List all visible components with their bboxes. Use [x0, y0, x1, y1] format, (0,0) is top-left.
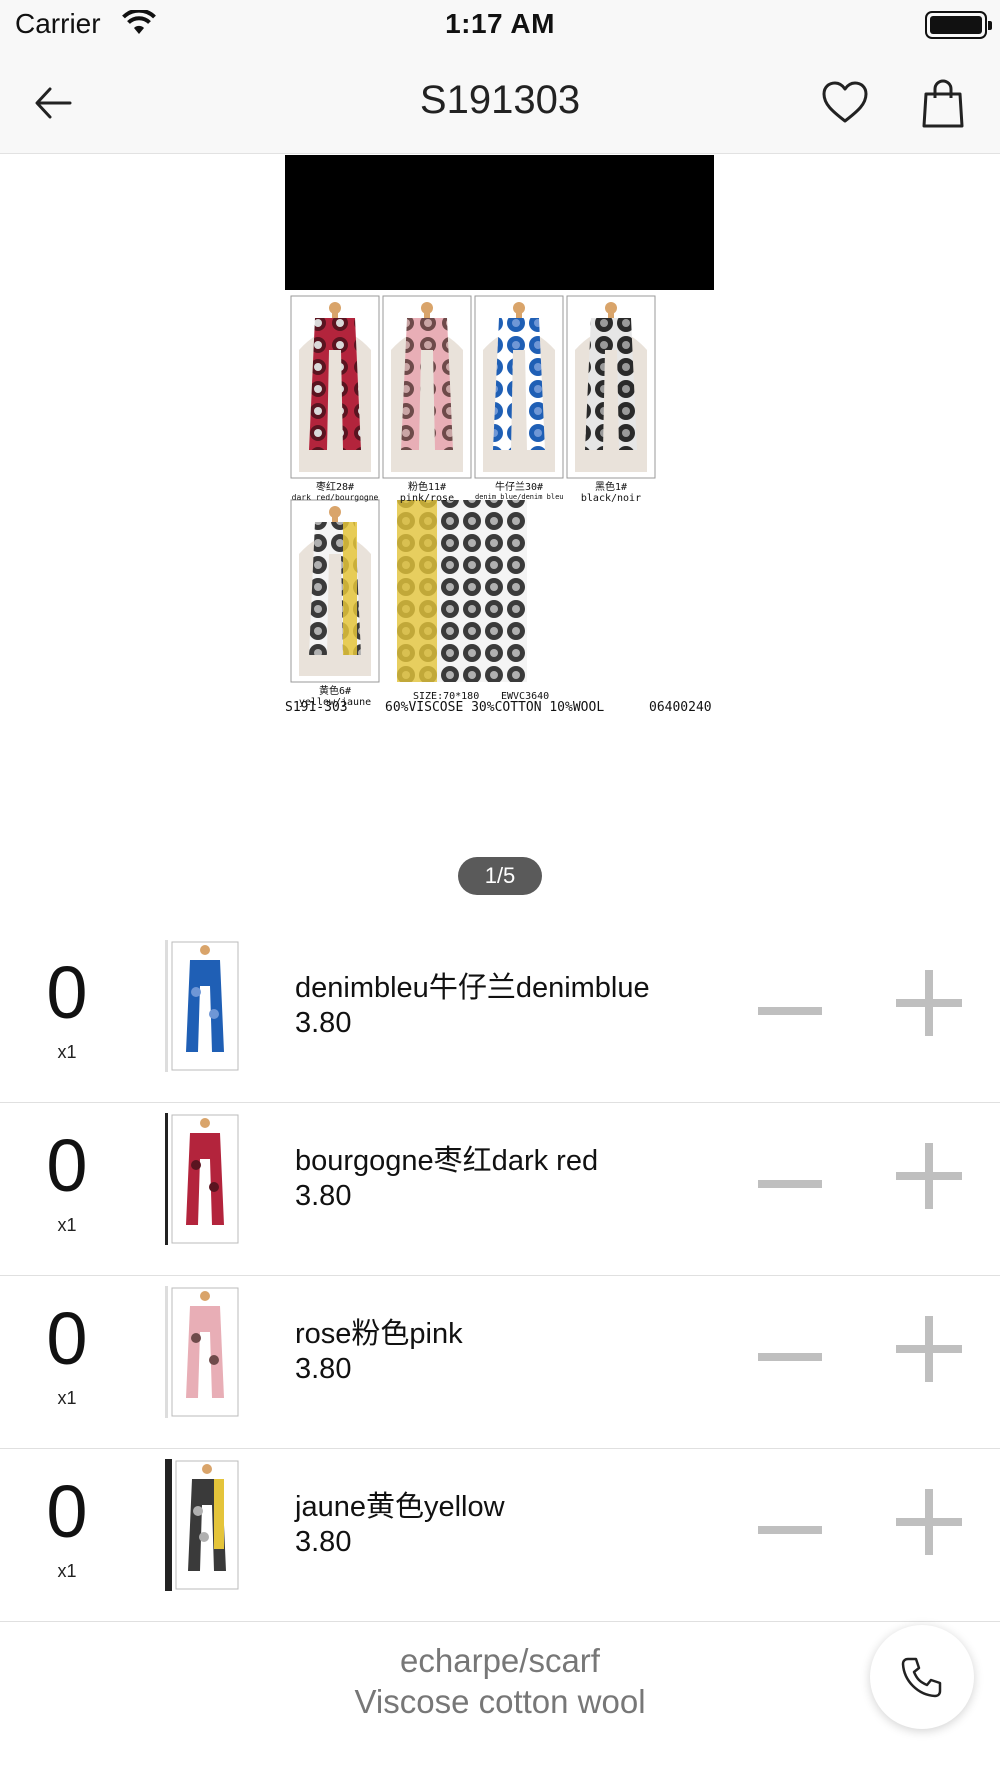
decrease-quantity-button[interactable] [758, 980, 822, 1044]
quantity-value: 0 [46, 951, 88, 1034]
scarf-collage-image [290, 295, 656, 683]
composition-text: 60%VISCOSE 30%COTTON 10%WOOL [385, 700, 605, 715]
variant-row: 0 x1 rose粉色pink 3.80 [0, 1276, 1000, 1449]
variant-thumbnail [165, 1459, 239, 1591]
variant-name: bourgogne枣红dark red [295, 1145, 599, 1177]
tag-cn: 黑色1# [594, 482, 628, 493]
tag-label: black/noir [580, 493, 642, 504]
navigation-bar: S191303 [0, 50, 1000, 154]
tag-label: denim blue/denim bleu [475, 493, 564, 501]
clock: 1:17 AM [445, 8, 555, 39]
variant-name: jaune黄色yellow [295, 1491, 505, 1523]
variant-row: 0 x1 bourgogne枣红dark red 3.80 [0, 1103, 1000, 1276]
quantity-value: 0 [46, 1470, 88, 1553]
increase-quantity-button[interactable] [896, 970, 962, 1036]
photo-tag: 黑色1# black/noir [567, 478, 655, 504]
tag-cn: 枣红28# [315, 482, 355, 493]
photo-tag: 枣红28# dark red/bourgogne [291, 478, 379, 502]
quantity-value: 0 [46, 1124, 88, 1207]
variant-row: 0 x1 denimbleu牛仔兰denimblue 3.80 [0, 930, 1000, 1103]
tag-label: dark red/bourgogne [291, 493, 379, 502]
page-indicator: 1/5 [458, 857, 542, 895]
variant-row: 0 x1 jaune黄色yellow 3.80 [0, 1449, 1000, 1622]
sku-text: S191-303 [285, 700, 348, 715]
variant-price: 3.80 [295, 1526, 352, 1558]
phone-icon [901, 1657, 942, 1698]
product-description: echarpe/scarf Viscose cotton wool [0, 1640, 1000, 1722]
variant-price: 3.80 [295, 1353, 352, 1385]
variant-price: 3.80 [295, 1007, 352, 1039]
increase-quantity-button[interactable] [896, 1143, 962, 1209]
variant-thumbnail [165, 940, 239, 1072]
product-image-gallery[interactable]: 枣红28# dark red/bourgogne 粉色11# pink/rose 牛… [285, 155, 714, 917]
increase-quantity-button[interactable] [896, 1489, 962, 1555]
pack-multiplier: x1 [57, 1561, 77, 1581]
description-line-2: Viscose cotton wool [354, 1683, 646, 1720]
battery-icon [925, 11, 992, 39]
pack-multiplier: x1 [57, 1215, 77, 1235]
decrease-quantity-button[interactable] [758, 1153, 822, 1217]
tag-cn: 黄色6# [318, 686, 352, 697]
heart-icon[interactable] [820, 78, 870, 128]
status-bar: Carrier 1:17 AM [0, 0, 1000, 50]
pack-multiplier: x1 [57, 1042, 77, 1062]
photo-tag: 牛仔兰30# denim blue/denim bleu [475, 478, 564, 501]
call-button[interactable] [870, 1625, 974, 1729]
photo-tag: 粉色11# pink/rose [383, 478, 471, 504]
decrease-quantity-button[interactable] [758, 1499, 822, 1563]
composition-line: S191-303 60%VISCOSE 30%COTTON 10%WOOL 06… [285, 700, 714, 722]
variant-thumbnail [165, 1286, 239, 1418]
tag-label: pink/rose [399, 493, 455, 504]
increase-quantity-button[interactable] [896, 1316, 962, 1382]
variant-thumbnail [165, 1113, 239, 1245]
shopping-bag-icon[interactable] [918, 76, 968, 130]
description-line-1: echarpe/scarf [400, 1642, 600, 1679]
variant-name: rose粉色pink [295, 1318, 463, 1350]
tag-cn: 粉色11# [407, 482, 447, 493]
variant-price: 3.80 [295, 1180, 352, 1212]
quantity-value: 0 [46, 1297, 88, 1380]
tag-cn: 牛仔兰30# [494, 482, 544, 493]
product-photo: 枣红28# dark red/bourgogne 粉色11# pink/rose 牛… [285, 290, 714, 917]
pack-multiplier: x1 [57, 1388, 77, 1408]
ref-text: 06400240 [649, 700, 712, 715]
decrease-quantity-button[interactable] [758, 1326, 822, 1390]
variant-name: denimbleu牛仔兰denimblue [295, 972, 650, 1004]
